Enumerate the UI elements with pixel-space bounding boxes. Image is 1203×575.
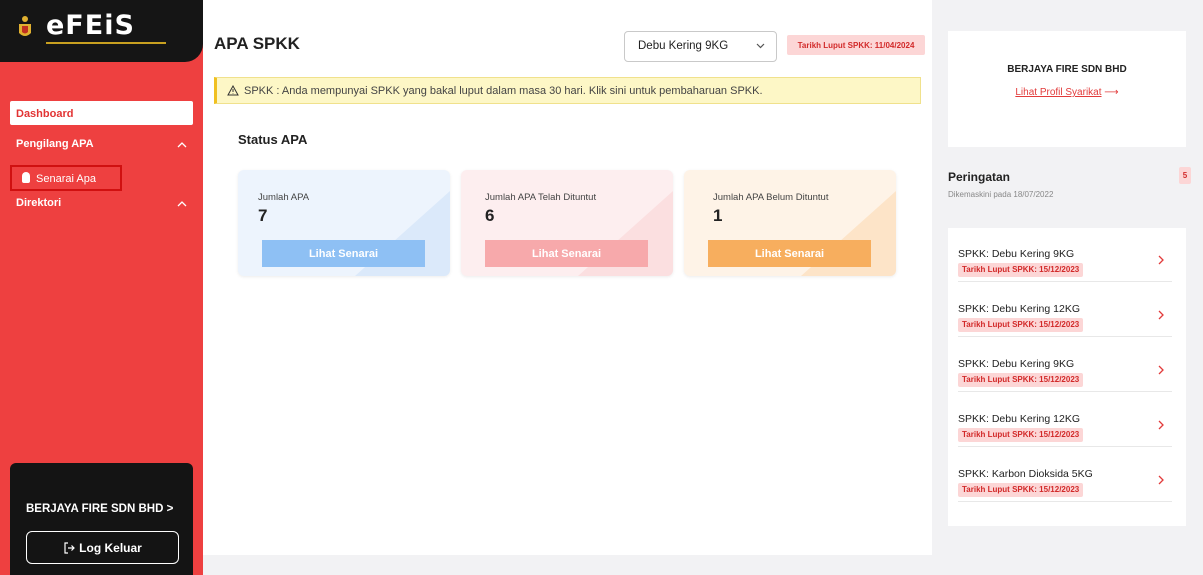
alert-expiry-badge: Tarikh Luput SPKK: 15/12/2023: [958, 318, 1084, 332]
chevron-right-icon: [1158, 365, 1164, 375]
company-switcher[interactable]: BERJAYA FIRE SDN BHD >: [26, 503, 173, 515]
stat-label: Jumlah APA Telah Dituntut: [485, 192, 597, 203]
alert-expiry-badge: Tarikh Luput SPKK: 15/12/2023: [958, 483, 1084, 497]
stat-value: 6: [485, 206, 495, 225]
chevron-up-icon: [177, 201, 187, 207]
product-select[interactable]: Debu Kering 9KG: [624, 31, 777, 62]
sidebar: eFEiS Dashboard Pengilang APA Senarai Ap…: [0, 0, 203, 575]
select-value: Debu Kering 9KG: [638, 40, 729, 52]
alert-title: SPKK: Debu Kering 9KG: [958, 248, 1075, 260]
nav-group-pengilang-apa[interactable]: Pengilang APA: [10, 138, 193, 156]
chevron-right-icon: [1158, 255, 1164, 265]
warning-icon: [227, 84, 239, 96]
alerts-updated: Dikemaskini pada 18/07/2022: [948, 190, 1054, 199]
app-logo[interactable]: eFEiS: [46, 10, 135, 41]
alert-item[interactable]: SPKK: Debu Kering 12KG Tarikh Luput SPKK…: [958, 393, 1172, 447]
chevron-right-icon: [1158, 310, 1164, 320]
expiry-badge: Tarikh Luput SPKK: 11/04/2024: [787, 35, 925, 55]
alerts-count-badge: 5: [1179, 167, 1191, 184]
view-list-button[interactable]: Lihat Senarai: [708, 240, 871, 267]
nav-group-label: Pengilang APA: [16, 138, 94, 150]
alert-item[interactable]: SPKK: Debu Kering 12KG Tarikh Luput SPKK…: [958, 283, 1172, 337]
stat-value: 1: [713, 206, 723, 225]
alerts-list: SPKK: Debu Kering 9KG Tarikh Luput SPKK:…: [948, 228, 1186, 526]
warning-text: SPKK : Anda mempunyai SPKK yang bakal lu…: [244, 85, 763, 97]
view-list-button[interactable]: Lihat Senarai: [262, 240, 425, 267]
stat-card-belum-dituntut: Jumlah APA Belum Dituntut 1 Lihat Senara…: [684, 170, 896, 276]
view-list-button[interactable]: Lihat Senarai: [485, 240, 648, 267]
logout-icon: [64, 542, 76, 554]
company-card: BERJAYA FIRE SDN BHD > Log Keluar: [10, 463, 193, 575]
page-title: APA SPKK: [214, 34, 300, 53]
chevron-up-icon: [177, 142, 187, 148]
alert-expiry-badge: Tarikh Luput SPKK: 15/12/2023: [958, 428, 1084, 442]
alert-title: SPKK: Karbon Dioksida 5KG: [958, 468, 1093, 480]
alert-title: SPKK: Debu Kering 12KG: [958, 413, 1080, 425]
stat-value: 7: [258, 206, 268, 225]
company-name: BERJAYA FIRE SDN BHD: [1007, 64, 1127, 75]
nav-group-label: Direktori: [16, 197, 62, 209]
logo-bar: eFEiS: [0, 0, 203, 62]
nav-item-label: Senarai Apa: [36, 173, 96, 185]
alert-expiry-badge: Tarikh Luput SPKK: 15/12/2023: [958, 373, 1084, 387]
alert-item[interactable]: SPKK: Karbon Dioksida 5KG Tarikh Luput S…: [958, 448, 1172, 502]
nav-dashboard[interactable]: Dashboard: [10, 101, 193, 125]
company-profile-link-label: Lihat Profil Syarikat: [1015, 87, 1102, 98]
main-content: APA SPKK Debu Kering 9KG Tarikh Luput SP…: [203, 0, 932, 555]
nav-group-direktori[interactable]: Direktori: [10, 197, 193, 215]
company-panel: BERJAYA FIRE SDN BHD Lihat Profil Syarik…: [948, 31, 1186, 147]
logout-label: Log Keluar: [79, 541, 142, 555]
chevron-right-icon: [1158, 420, 1164, 430]
logout-button[interactable]: Log Keluar: [26, 531, 179, 564]
stat-card-jumlah-apa: Jumlah APA 7 Lihat Senarai: [238, 170, 450, 276]
stat-card-telah-dituntut: Jumlah APA Telah Dituntut 6 Lihat Senara…: [461, 170, 673, 276]
nav-item-senarai-apa[interactable]: Senarai Apa: [10, 165, 122, 191]
alert-item[interactable]: SPKK: Debu Kering 9KG Tarikh Luput SPKK:…: [958, 228, 1172, 282]
company-profile-link[interactable]: Lihat Profil Syarikat ⟶: [948, 87, 1186, 98]
section-title-status: Status APA: [238, 132, 308, 147]
alert-title: SPKK: Debu Kering 12KG: [958, 303, 1080, 315]
fire-extinguisher-icon: [22, 172, 30, 183]
alert-item[interactable]: SPKK: Debu Kering 9KG Tarikh Luput SPKK:…: [958, 338, 1172, 392]
chevron-right-icon: [1158, 475, 1164, 485]
warning-banner[interactable]: SPKK : Anda mempunyai SPKK yang bakal lu…: [214, 77, 921, 104]
stat-label: Jumlah APA: [258, 192, 310, 203]
alert-expiry-badge: Tarikh Luput SPKK: 15/12/2023: [958, 263, 1084, 277]
logo-tagline-bar: [46, 42, 166, 44]
arrow-right-icon: ⟶: [1104, 87, 1119, 98]
chevron-down-icon: [756, 43, 765, 49]
stat-label: Jumlah APA Belum Dituntut: [713, 192, 829, 203]
alert-title: SPKK: Debu Kering 9KG: [958, 358, 1075, 370]
alerts-title: Peringatan: [948, 170, 1011, 184]
crest-icon: [19, 16, 31, 36]
